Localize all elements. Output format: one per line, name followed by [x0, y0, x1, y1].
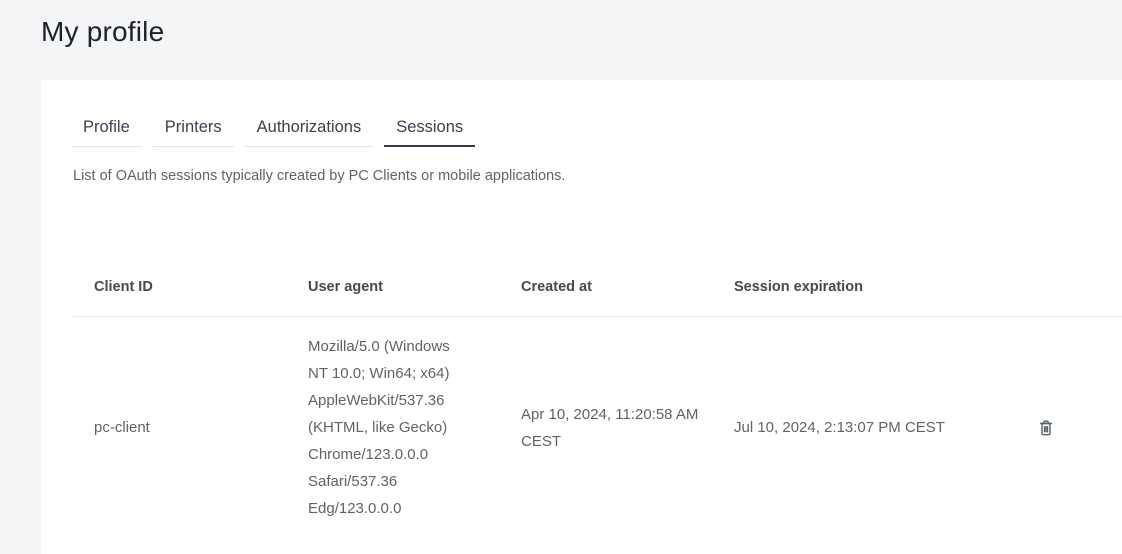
- tab-profile[interactable]: Profile: [71, 110, 142, 147]
- tab-printers[interactable]: Printers: [153, 110, 234, 147]
- sessions-table: Client ID User agent Created at Session …: [73, 255, 1122, 538]
- created-at-value: Apr 10, 2024, 11:20:58 AM CEST: [521, 401, 703, 455]
- actions-cell: [958, 317, 1122, 539]
- tab-sessions[interactable]: Sessions: [384, 110, 475, 147]
- tab-bar: Profile Printers Authorizations Sessions: [41, 80, 1122, 147]
- user-agent-cell: Mozilla/5.0 (Windows NT 10.0; Win64; x64…: [287, 317, 500, 539]
- client-id-cell: pc-client: [73, 317, 287, 539]
- delete-session-button[interactable]: [1031, 413, 1061, 443]
- column-header-client-id: Client ID: [73, 255, 287, 317]
- table-header-row: Client ID User agent Created at Session …: [73, 255, 1122, 317]
- trash-icon: [1036, 418, 1056, 438]
- column-header-session-expiration: Session expiration: [713, 255, 958, 317]
- page-header: My profile: [0, 0, 1122, 80]
- user-agent-value: Mozilla/5.0 (Windows NT 10.0; Win64; x64…: [308, 333, 473, 522]
- tab-authorizations[interactable]: Authorizations: [245, 110, 374, 147]
- sessions-description: List of OAuth sessions typically created…: [73, 168, 1122, 185]
- session-row: pc-client Mozilla/5.0 (Windows NT 10.0; …: [73, 317, 1122, 539]
- column-header-created-at: Created at: [500, 255, 713, 317]
- column-header-user-agent: User agent: [287, 255, 500, 317]
- column-header-actions: [958, 255, 1122, 317]
- client-id-value: pc-client: [94, 414, 277, 441]
- session-expiration-value: Jul 10, 2024, 2:13:07 PM CEST: [734, 414, 948, 441]
- page-title: My profile: [0, 0, 1122, 48]
- session-expiration-cell: Jul 10, 2024, 2:13:07 PM CEST: [713, 317, 958, 539]
- created-at-cell: Apr 10, 2024, 11:20:58 AM CEST: [500, 317, 713, 539]
- profile-card: Profile Printers Authorizations Sessions…: [41, 80, 1122, 554]
